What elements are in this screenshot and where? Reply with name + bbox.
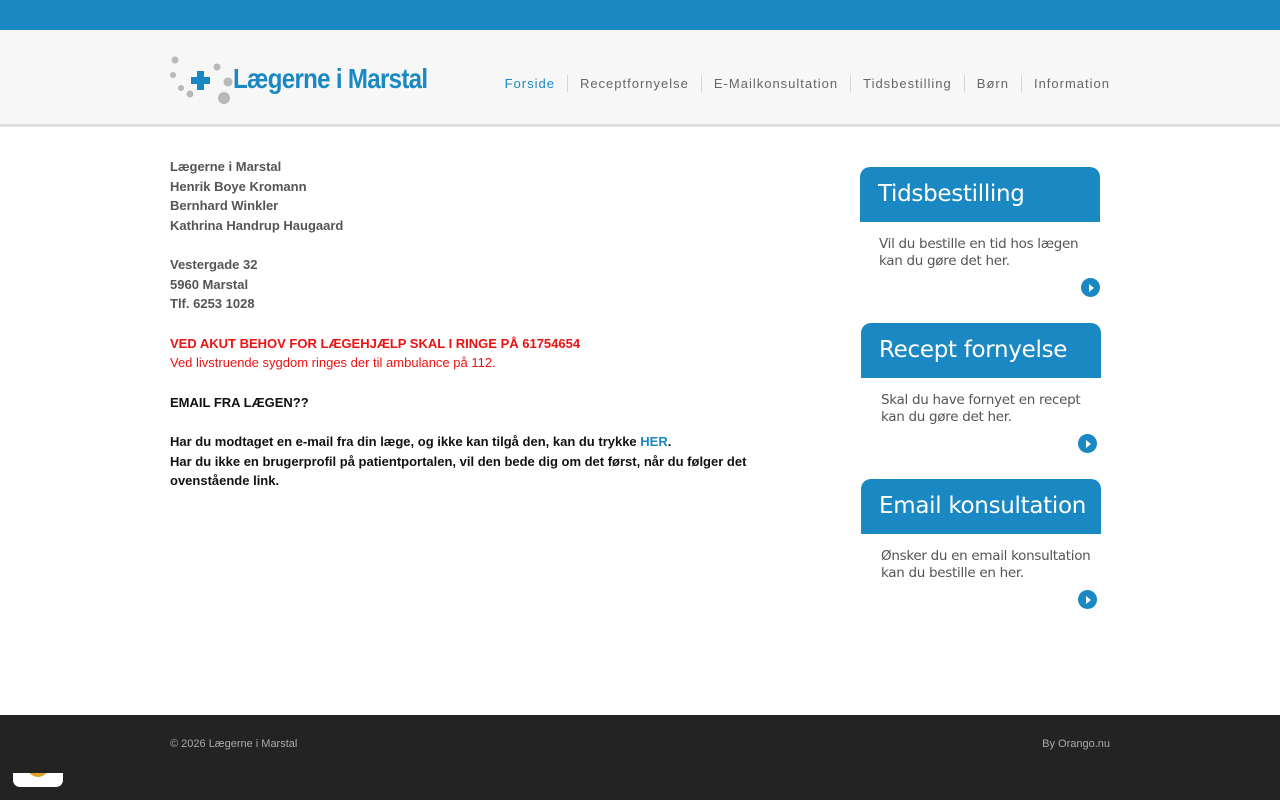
nav-item-forside[interactable]: Forside xyxy=(493,75,567,92)
email-text-end: . xyxy=(667,434,672,449)
footer-credit-link[interactable]: By Orango.nu xyxy=(1042,738,1110,750)
main-nav: Forside Receptfornyelse E-Mailkonsultati… xyxy=(493,75,1110,92)
widget-title: Recept fornyelse xyxy=(861,323,1101,378)
address-city: 5960 Marstal xyxy=(170,276,249,292)
widget-tidsbestilling[interactable]: Tidsbestilling Vil du bestille en tid ho… xyxy=(860,167,1100,302)
widget-body: Vil du bestille en tid hos lægen kan du … xyxy=(860,222,1100,302)
widget-text: Ønsker du en email konsultation kan du b… xyxy=(881,548,1096,582)
widget-text: Skal du have fornyet en recept kan du gø… xyxy=(881,392,1096,426)
widget-line: kan du bestille en her. xyxy=(881,565,1024,581)
email-paragraph-2: Har du ikke en brugerprofil på patientpo… xyxy=(170,453,747,489)
widget-line: Skal du have fornyet en recept xyxy=(881,392,1081,408)
emergency-notice: VED AKUT BEHOV FOR LÆGEHJÆLP SKAL I RING… xyxy=(170,335,581,351)
email-text: Har du modtaget en e-mail fra din læge, … xyxy=(170,434,641,449)
widget-email-konsultation[interactable]: Email konsultation Ønsker du en email ko… xyxy=(861,479,1101,614)
arrow-right-icon[interactable] xyxy=(1081,278,1100,297)
top-bar xyxy=(0,0,1280,30)
nav-item-born[interactable]: Børn xyxy=(963,75,1021,92)
logo-text: Lægerne i Marstal xyxy=(233,63,428,94)
nav-item-tidsbestilling[interactable]: Tidsbestilling xyxy=(850,75,964,92)
widget-line: Vil du bestille en tid hos lægen xyxy=(879,236,1079,252)
site-logo[interactable]: Lægerne i Marstal xyxy=(170,54,445,106)
nav-item-receptfornyelse[interactable]: Receptfornyelse xyxy=(566,75,701,92)
footer-copyright: © 2026 Lægerne i Marstal xyxy=(170,738,298,750)
widget-body: Skal du have fornyet en recept kan du gø… xyxy=(861,378,1101,458)
nav-item-emailkonsultation[interactable]: E-Mailkonsultation xyxy=(700,75,850,92)
practice-name: Lægerne i Marstal xyxy=(170,159,282,174)
doctor-name: Bernhard Winkler xyxy=(170,198,279,213)
widget-body: Ønsker du en email konsultation kan du b… xyxy=(861,534,1101,614)
widget-title: Tidsbestilling xyxy=(860,167,1100,222)
cookie-icon xyxy=(27,773,49,777)
widget-line: kan du gøre det her. xyxy=(879,253,1010,269)
doctor-name: Kathrina Handrup Haugaard xyxy=(170,217,344,233)
email-paragraph: Har du modtaget en e-mail fra din læge, … xyxy=(170,432,790,452)
widget-title: Email konsultation xyxy=(861,479,1101,534)
site-footer: © 2026 Lægerne i Marstal By Orango.nu xyxy=(0,715,1280,800)
her-link[interactable]: HER xyxy=(640,434,667,449)
arrow-right-icon[interactable] xyxy=(1078,590,1097,609)
email-heading: EMAIL FRA LÆGEN?? xyxy=(170,394,309,410)
site-header: Lægerne i Marstal Forside Receptfornyels… xyxy=(0,30,1280,127)
widget-text: Vil du bestille en tid hos lægen kan du … xyxy=(879,236,1094,270)
address-street: Vestergade 32 xyxy=(170,257,258,272)
nav-item-information[interactable]: Information xyxy=(1020,75,1110,92)
arrow-right-icon[interactable] xyxy=(1078,434,1097,453)
widget-recept-fornyelse[interactable]: Recept fornyelse Skal du have fornyet en… xyxy=(861,323,1101,458)
phone-number: Tlf. 6253 1028 xyxy=(170,296,255,311)
widget-line: Ønsker du en email konsultation xyxy=(881,548,1091,564)
medical-cross-logo-icon xyxy=(170,56,233,104)
cookie-widget-button[interactable] xyxy=(13,773,63,787)
ambulance-notice: Ved livstruende sygdom ringes der til am… xyxy=(170,355,496,370)
widget-line: kan du gøre det her. xyxy=(881,409,1012,425)
doctor-name: Henrik Boye Kromann xyxy=(170,178,307,194)
main-content: Lægerne i Marstal Henrik Boye Kromann Be… xyxy=(170,157,790,491)
